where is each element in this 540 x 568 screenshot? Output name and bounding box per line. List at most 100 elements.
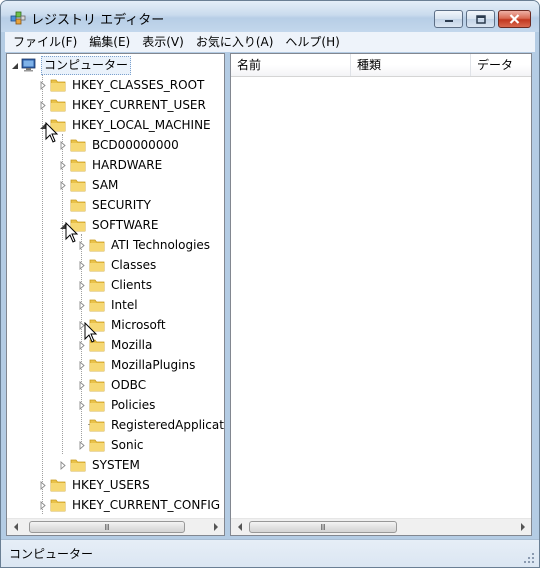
header-divider xyxy=(231,76,531,77)
scroll-left-icon xyxy=(13,523,18,531)
registry-editor-window: レジストリ エディター ファイル(F) 編集(E) 表示(V) お気に入り(A)… xyxy=(0,0,540,568)
menu-file[interactable]: ファイル(F) xyxy=(7,33,83,52)
menu-favorites[interactable]: お気に入り(A) xyxy=(190,33,280,52)
folder-icon xyxy=(70,199,86,212)
folder-icon xyxy=(89,439,105,452)
tree-node-hklm[interactable]: HKEY_LOCAL_MACHINE xyxy=(39,115,213,135)
tree-label: Policies xyxy=(111,397,156,412)
expand-arrow-icon[interactable] xyxy=(39,500,47,510)
tree-label: Sonic xyxy=(111,437,144,452)
scroll-left-icon xyxy=(237,523,242,531)
expand-arrow-icon[interactable] xyxy=(78,360,86,370)
menu-help[interactable]: ヘルプ(H) xyxy=(279,33,345,52)
tree-node-ati[interactable]: ATI Technologies xyxy=(78,235,212,255)
expand-arrow-icon[interactable] xyxy=(59,460,67,470)
tree-label: SOFTWARE xyxy=(92,217,159,232)
tree-label: HKEY_LOCAL_MACHINE xyxy=(72,117,211,132)
column-header-label: 名前 xyxy=(237,58,262,72)
maximize-button[interactable] xyxy=(466,10,495,28)
folder-icon xyxy=(70,459,86,472)
tree-node-hkcu[interactable]: HKEY_CURRENT_USER xyxy=(39,95,208,115)
tree-label: HKEY_CURRENT_USER xyxy=(72,97,206,112)
values-list-pane[interactable]: 名前 種類 データ Ⅲ xyxy=(230,53,532,536)
column-header-type[interactable]: 種類 xyxy=(351,54,471,76)
expand-arrow-icon[interactable] xyxy=(78,260,86,270)
tree-node-mozillaplugins[interactable]: MozillaPlugins xyxy=(78,355,197,375)
scroll-right-icon xyxy=(213,523,218,531)
tree-node-odbc[interactable]: ODBC xyxy=(78,375,148,395)
folder-icon xyxy=(70,159,86,172)
expand-arrow-icon[interactable] xyxy=(39,100,47,110)
column-header-data[interactable]: データ xyxy=(471,54,531,76)
tree-node-classes[interactable]: Classes xyxy=(78,255,158,275)
scroll-left-button[interactable] xyxy=(231,519,248,535)
mouse-cursor-icon xyxy=(65,222,79,243)
scroll-thumb[interactable]: Ⅲ xyxy=(29,521,185,533)
tree-node-sam[interactable]: SAM xyxy=(59,175,120,195)
tree-node-hkcc[interactable]: HKEY_CURRENT_CONFIG xyxy=(39,495,222,515)
scroll-thumb[interactable]: Ⅲ xyxy=(249,521,397,533)
title-bar[interactable]: レジストリ エディター xyxy=(1,1,539,32)
minimize-button[interactable] xyxy=(434,10,463,28)
mouse-cursor-icon xyxy=(45,122,59,143)
scroll-right-button[interactable] xyxy=(207,519,224,535)
tree-node-system[interactable]: SYSTEM xyxy=(59,455,142,475)
tree-node-computer[interactable]: コンピューター xyxy=(11,55,132,75)
tree-node-clients[interactable]: Clients xyxy=(78,275,154,295)
column-header-label: データ xyxy=(477,58,514,72)
maximize-icon xyxy=(475,14,486,24)
scroll-left-button[interactable] xyxy=(7,519,24,535)
registry-app-icon xyxy=(10,11,26,25)
tree-node-hardware[interactable]: HARDWARE xyxy=(59,155,164,175)
folder-icon xyxy=(89,419,105,432)
registry-tree-pane[interactable]: コンピューター HKEY_CLASSES_ROOT HKEY_CURRENT_U… xyxy=(6,53,225,536)
folder-icon xyxy=(70,179,86,192)
tree-node-policies[interactable]: Policies xyxy=(78,395,157,415)
tree-node-hku[interactable]: HKEY_USERS xyxy=(39,475,152,495)
tree-label: Classes xyxy=(111,257,157,272)
expand-arrow-icon[interactable] xyxy=(78,240,86,250)
tree-label: BCD00000000 xyxy=(92,137,179,152)
folder-icon xyxy=(89,399,105,412)
tree-node-intel[interactable]: Intel xyxy=(78,295,140,315)
folder-icon xyxy=(50,99,66,112)
folder-icon xyxy=(89,279,105,292)
column-header-name[interactable]: 名前 xyxy=(231,54,351,76)
tree-node-security[interactable]: SECURITY xyxy=(59,195,153,215)
folder-icon xyxy=(89,359,105,372)
tree-label: SYSTEM xyxy=(92,457,140,472)
expand-arrow-icon[interactable] xyxy=(59,180,67,190)
expand-arrow-icon[interactable] xyxy=(78,400,86,410)
tree-label: Clients xyxy=(111,277,152,292)
tree-node-registered[interactable]: RegisteredApplications xyxy=(78,415,224,435)
expand-arrow-icon[interactable] xyxy=(59,160,67,170)
tree-node-hkcr[interactable]: HKEY_CLASSES_ROOT xyxy=(39,75,206,95)
collapse-arrow-icon[interactable] xyxy=(11,61,19,70)
folder-icon xyxy=(70,139,86,152)
tree-label: ODBC xyxy=(111,377,147,392)
scroll-right-icon xyxy=(520,523,525,531)
resize-grip-icon[interactable] xyxy=(523,552,535,564)
expand-arrow-icon[interactable] xyxy=(78,300,86,310)
tree-node-bcd[interactable]: BCD00000000 xyxy=(59,135,181,155)
mouse-cursor-icon xyxy=(84,322,98,343)
tree-label: SECURITY xyxy=(92,197,151,212)
expand-arrow-icon[interactable] xyxy=(39,80,47,90)
menu-view[interactable]: 表示(V) xyxy=(136,33,190,52)
tree-label: ATI Technologies xyxy=(111,237,211,252)
expand-arrow-icon[interactable] xyxy=(78,380,86,390)
tree-label: HKEY_CURRENT_CONFIG xyxy=(72,497,221,512)
menu-edit[interactable]: 編集(E) xyxy=(83,33,136,52)
list-horizontal-scrollbar[interactable]: Ⅲ xyxy=(231,518,531,535)
expand-arrow-icon[interactable] xyxy=(59,140,67,150)
close-button[interactable] xyxy=(498,10,531,28)
expand-arrow-icon[interactable] xyxy=(39,480,47,490)
status-text: コンピューター xyxy=(9,547,94,561)
scroll-grip: Ⅲ xyxy=(320,522,326,532)
folder-icon xyxy=(89,379,105,392)
expand-arrow-icon[interactable] xyxy=(78,440,86,450)
scroll-right-button[interactable] xyxy=(514,519,531,535)
expand-arrow-icon[interactable] xyxy=(78,280,86,290)
tree-horizontal-scrollbar[interactable]: Ⅲ xyxy=(7,518,224,535)
tree-node-sonic[interactable]: Sonic xyxy=(78,435,146,455)
